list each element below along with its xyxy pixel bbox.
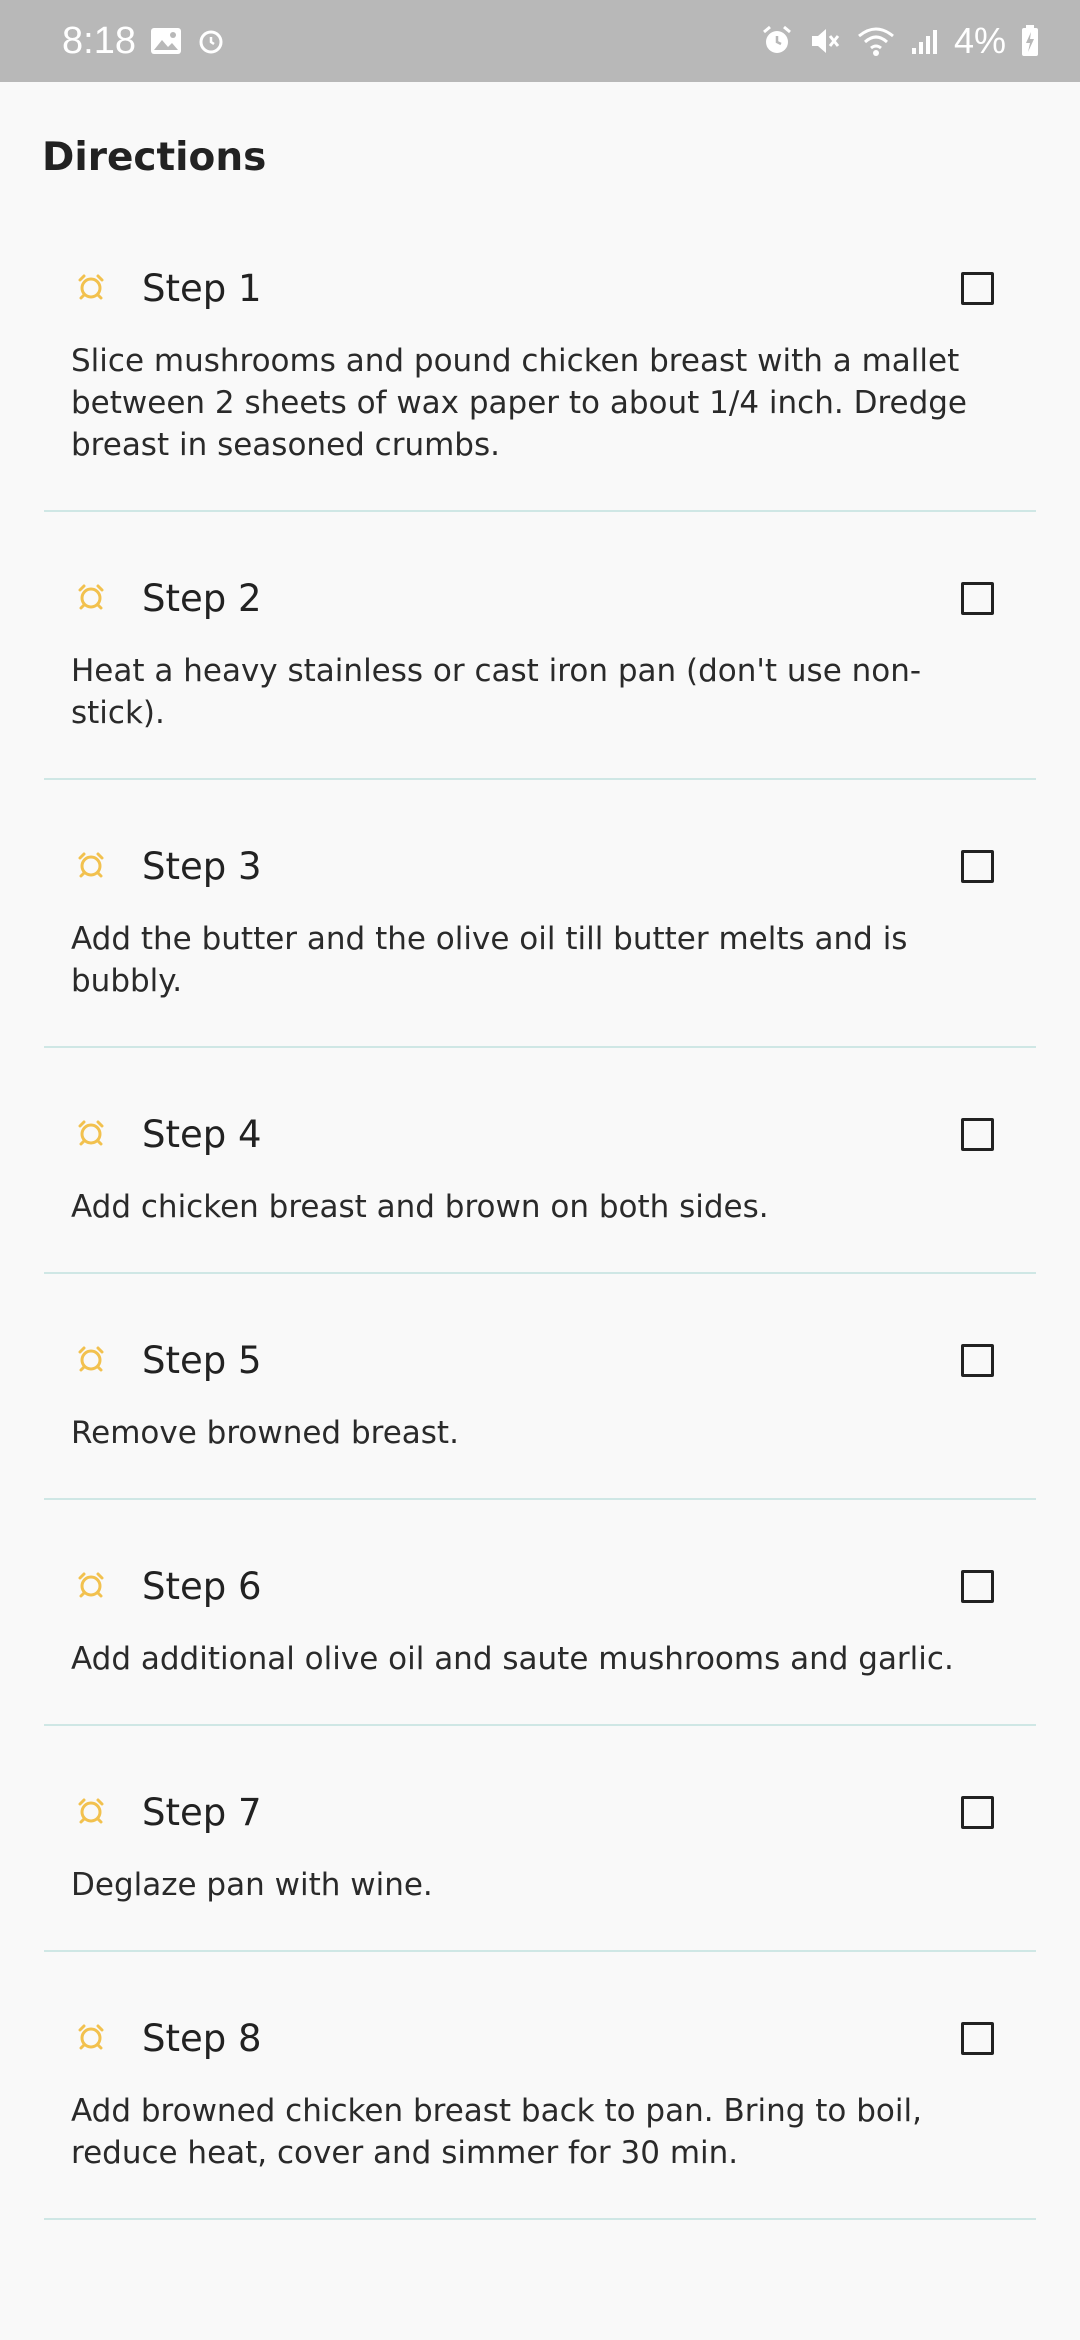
step-header: Step 6 <box>44 1556 1036 1616</box>
battery-charging-icon <box>1020 24 1040 58</box>
step-label: Step 2 <box>142 576 262 620</box>
step-header: Step 1 <box>44 258 1036 318</box>
signal-icon <box>910 26 940 56</box>
mute-icon <box>808 24 842 58</box>
step-label: Step 7 <box>142 1790 262 1834</box>
step-label: Step 4 <box>142 1112 262 1156</box>
status-bar-left: 8:18 <box>62 20 226 63</box>
step-item: Step 4 Add chicken breast and brown on bo… <box>44 1048 1036 1274</box>
status-bar: 8:18 4% <box>0 0 1080 82</box>
step-timer-icon[interactable] <box>74 1569 108 1603</box>
step-label: Step 5 <box>142 1338 262 1382</box>
step-timer-icon[interactable] <box>74 849 108 883</box>
status-bar-right: 4% <box>760 20 1040 62</box>
step-checkbox[interactable] <box>961 272 994 305</box>
step-timer-icon[interactable] <box>74 271 108 305</box>
step-header: Step 3 <box>44 836 1036 896</box>
step-checkbox[interactable] <box>961 1344 994 1377</box>
step-item: Step 6 Add additional olive oil and saute… <box>44 1500 1036 1726</box>
step-timer-icon[interactable] <box>74 1343 108 1377</box>
step-timer-icon[interactable] <box>74 1117 108 1151</box>
image-icon <box>150 27 182 55</box>
step-text: Add chicken breast and brown on both sid… <box>71 1189 769 1225</box>
alarm-clock-icon <box>196 26 226 56</box>
step-item: Step 1 Slice mushrooms and pound chicken … <box>44 258 1036 512</box>
step-item: Step 2 Heat a heavy stainless or cast iro… <box>44 512 1036 780</box>
step-checkbox[interactable] <box>961 2022 994 2055</box>
step-item: Step 7 Deglaze pan with wine. <box>44 1726 1036 1952</box>
step-label: Step 6 <box>142 1564 262 1608</box>
step-text: Add the butter and the olive oil till bu… <box>71 921 908 999</box>
step-timer-icon[interactable] <box>74 581 108 615</box>
step-label: Step 8 <box>142 2016 262 2060</box>
step-timer-icon[interactable] <box>74 2021 108 2055</box>
step-checkbox[interactable] <box>961 1118 994 1151</box>
step-text: Add additional olive oil and saute mushr… <box>71 1641 954 1677</box>
directions-list: Step 1 Slice mushrooms and pound chicken … <box>0 258 1080 2220</box>
step-header: Step 5 <box>44 1330 1036 1390</box>
step-text: Add browned chicken breast back to pan. … <box>71 2093 922 2171</box>
status-time: 8:18 <box>62 19 136 62</box>
directions-title: Directions <box>42 135 267 180</box>
step-checkbox[interactable] <box>961 582 994 615</box>
alarm-icon <box>760 24 794 58</box>
step-header: Step 4 <box>44 1104 1036 1164</box>
battery-percent: 4% <box>953 20 1006 61</box>
step-header: Step 8 <box>44 2008 1036 2068</box>
step-header: Step 2 <box>44 568 1036 628</box>
step-header: Step 7 <box>44 1782 1036 1842</box>
step-text: Deglaze pan with wine. <box>71 1867 433 1903</box>
step-item: Step 8 Add browned chicken breast back to… <box>44 1952 1036 2220</box>
step-checkbox[interactable] <box>961 1570 994 1603</box>
step-item: Step 3 Add the butter and the olive oil t… <box>44 780 1036 1048</box>
wifi-icon <box>856 24 896 58</box>
step-checkbox[interactable] <box>961 1796 994 1829</box>
step-text: Heat a heavy stainless or cast iron pan … <box>71 653 922 731</box>
step-timer-icon[interactable] <box>74 1795 108 1829</box>
step-text: Remove browned breast. <box>71 1415 459 1451</box>
step-checkbox[interactable] <box>961 850 994 883</box>
step-label: Step 1 <box>142 266 262 310</box>
step-text: Slice mushrooms and pound chicken breast… <box>71 343 968 463</box>
step-item: Step 5 Remove browned breast. <box>44 1274 1036 1500</box>
step-label: Step 3 <box>142 844 262 888</box>
